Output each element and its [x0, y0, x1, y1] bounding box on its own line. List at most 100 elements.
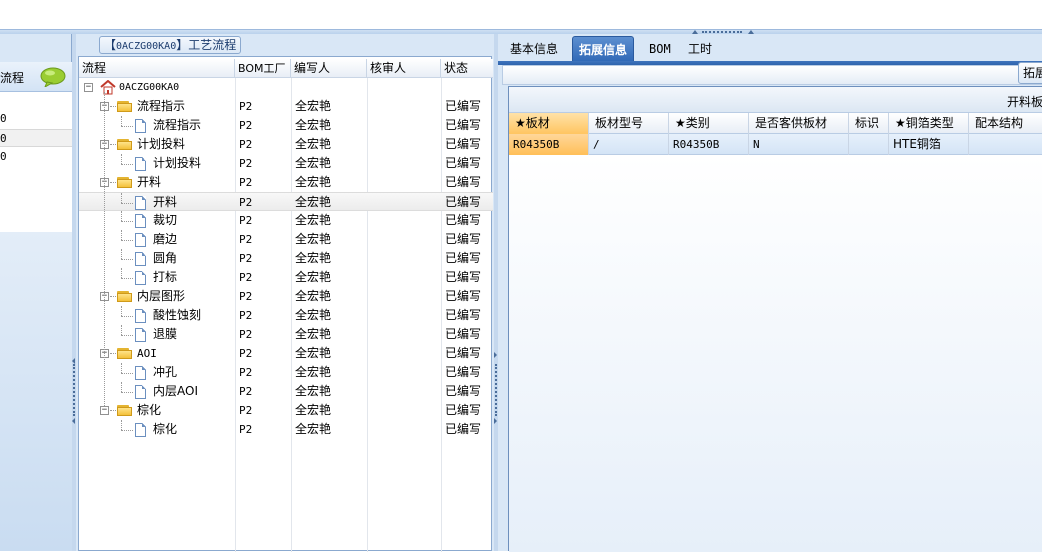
- collapse-left-icon-2[interactable]: [72, 418, 75, 424]
- grid-header-board[interactable]: ★板材: [509, 113, 589, 134]
- column-header-status[interactable]: 状态: [441, 59, 493, 78]
- tree-node-label: 磨边: [153, 232, 178, 246]
- column-header-bom-factory[interactable]: BOM工厂: [235, 59, 291, 78]
- tree-node-label: 酸性蚀刻: [153, 308, 202, 322]
- table-row[interactable]: R04350B / R04350B N HTE铜箔: [509, 134, 1042, 155]
- tree-row[interactable]: 内层AOI P2 全宏艳 已编写: [79, 382, 493, 401]
- bom-factory-cell: P2: [239, 404, 253, 417]
- bom-factory-cell: P2: [239, 309, 253, 322]
- folder-icon: [117, 139, 132, 150]
- tree-node-label: 裁切: [153, 213, 178, 227]
- folder-icon: [117, 405, 132, 416]
- grid-header-mark[interactable]: 标识: [849, 113, 889, 134]
- tree-row[interactable]: 棕化 P2 全宏艳 已编写: [79, 420, 493, 439]
- grid-cell-customer-supplied[interactable]: N: [749, 134, 849, 155]
- left-list: 0 0 0: [0, 92, 72, 232]
- tree-connector: [121, 154, 122, 164]
- collapse-toggle-icon[interactable]: −: [100, 406, 109, 415]
- splitter-grip-icon: [495, 364, 497, 416]
- list-item[interactable]: 0: [0, 148, 72, 166]
- grid-cell-board-model[interactable]: /: [589, 134, 669, 155]
- expand-button[interactable]: 拓展: [1018, 62, 1042, 84]
- chat-bubble-icon[interactable]: [40, 67, 66, 87]
- tree-node-label: 开料: [153, 195, 178, 209]
- bom-factory-cell: P2: [239, 385, 253, 398]
- folder-icon: [117, 101, 132, 112]
- tree-row[interactable]: 退膜 P2 全宏艳 已编写: [79, 325, 493, 344]
- tree-connector: [121, 430, 133, 431]
- grid-cell-category[interactable]: R04350B: [669, 134, 749, 155]
- collapse-left-icon[interactable]: [72, 358, 75, 364]
- grid-cell-copper-foil[interactable]: HTE铜箔: [889, 134, 969, 155]
- grid-cell-mark[interactable]: [849, 134, 889, 155]
- document-icon: [135, 271, 146, 285]
- author-cell: 全宏艳: [295, 270, 332, 284]
- collapse-right-icon-2[interactable]: [494, 418, 497, 424]
- title-suffix: 】工艺流程: [176, 38, 237, 52]
- status-cell: 已编写: [445, 118, 482, 132]
- folder-icon: [117, 177, 132, 188]
- status-cell: 已编写: [445, 422, 482, 436]
- tab-bom[interactable]: BOM: [643, 36, 677, 62]
- grid-header-board-model[interactable]: 板材型号: [589, 113, 669, 134]
- status-cell: 已编写: [445, 270, 482, 284]
- bom-factory-cell: P2: [239, 328, 253, 341]
- tree-row[interactable]: − 内层图形 P2 全宏艳 已编写: [79, 287, 493, 306]
- tree-row[interactable]: − 开料 P2 全宏艳 已编写: [79, 173, 493, 192]
- tree-row[interactable]: − 棕化 P2 全宏艳 已编写: [79, 401, 493, 420]
- bom-factory-cell: P2: [239, 138, 253, 151]
- grid-header-customer-supplied[interactable]: 是否客供板材: [749, 113, 849, 134]
- grid-header-category[interactable]: ★类别: [669, 113, 749, 134]
- tree-row[interactable]: 流程指示 P2 全宏艳 已编写: [79, 116, 493, 135]
- tree-row-root[interactable]: − 0ACZG00KA0: [79, 78, 493, 97]
- grid-cell-board[interactable]: R04350B: [509, 134, 589, 155]
- author-cell: 全宏艳: [295, 232, 332, 246]
- tree-row[interactable]: − 流程指示 P2 全宏艳 已编写: [79, 97, 493, 116]
- tree-connector: [110, 410, 116, 411]
- grid-group-title: 开料板: [1006, 95, 1042, 109]
- tree-row[interactable]: 冲孔 P2 全宏艳 已编写: [79, 363, 493, 382]
- tab-basic-info[interactable]: 基本信息: [504, 36, 564, 62]
- tab-extended-info[interactable]: 拓展信息: [572, 36, 635, 62]
- author-cell: 全宏艳: [295, 195, 332, 209]
- author-cell: 全宏艳: [295, 213, 332, 227]
- tree-row-selected[interactable]: 开料 P2 全宏艳 已编写: [79, 192, 493, 211]
- collapse-toggle-icon[interactable]: −: [84, 83, 93, 92]
- top-blank-area: [0, 0, 1042, 30]
- tree-connector: [110, 182, 116, 183]
- collapse-right-icon[interactable]: [494, 352, 497, 358]
- tree-root-label: 0ACZG00KA0: [119, 82, 180, 93]
- list-item[interactable]: 0: [0, 110, 72, 128]
- list-item-selected[interactable]: 0: [0, 129, 72, 147]
- tree-connector: [121, 392, 133, 393]
- tree-node-label: 计划投料: [153, 156, 202, 170]
- tree-row[interactable]: 磨边 P2 全宏艳 已编写: [79, 230, 493, 249]
- column-header-process[interactable]: 流程: [79, 59, 235, 78]
- list-item-label: 0: [0, 132, 7, 145]
- author-cell: 全宏艳: [295, 384, 332, 398]
- tree-connector: [121, 211, 122, 221]
- grid-header-stack-structure[interactable]: 配本结构: [969, 113, 1042, 134]
- tree-row[interactable]: 计划投料 P2 全宏艳 已编写: [79, 154, 493, 173]
- tree-row[interactable]: 圆角 P2 全宏艳 已编写: [79, 249, 493, 268]
- status-cell: 已编写: [445, 403, 482, 417]
- bom-factory-cell: P2: [239, 100, 253, 113]
- grid-cell-stack-structure[interactable]: [969, 134, 1042, 155]
- tree-row[interactable]: 裁切 P2 全宏艳 已编写: [79, 211, 493, 230]
- author-cell: 全宏艳: [295, 365, 332, 379]
- status-cell: 已编写: [445, 232, 482, 246]
- author-cell: 全宏艳: [295, 118, 332, 132]
- tree-row[interactable]: 打标 P2 全宏艳 已编写: [79, 268, 493, 287]
- bom-factory-cell: P2: [239, 214, 253, 227]
- column-header-author[interactable]: 编写人: [291, 59, 367, 78]
- tree-row[interactable]: − AOI P2 全宏艳 已编写: [79, 344, 493, 363]
- document-icon: [135, 385, 146, 399]
- grid-header-copper-foil[interactable]: ★铜箔类型: [889, 113, 969, 134]
- detail-tabstrip: 基本信息 拓展信息 BOM 工时: [498, 36, 1042, 62]
- author-cell: 全宏艳: [295, 403, 332, 417]
- tree-row[interactable]: − 计划投料 P2 全宏艳 已编写: [79, 135, 493, 154]
- column-header-reviewer[interactable]: 核审人: [367, 59, 441, 78]
- tree-row[interactable]: 酸性蚀刻 P2 全宏艳 已编写: [79, 306, 493, 325]
- grid-column-header: ★板材 板材型号 ★类别 是否客供板材 标识 ★铜箔类型 配本结构: [509, 113, 1042, 134]
- tab-work-hours[interactable]: 工时: [682, 36, 718, 62]
